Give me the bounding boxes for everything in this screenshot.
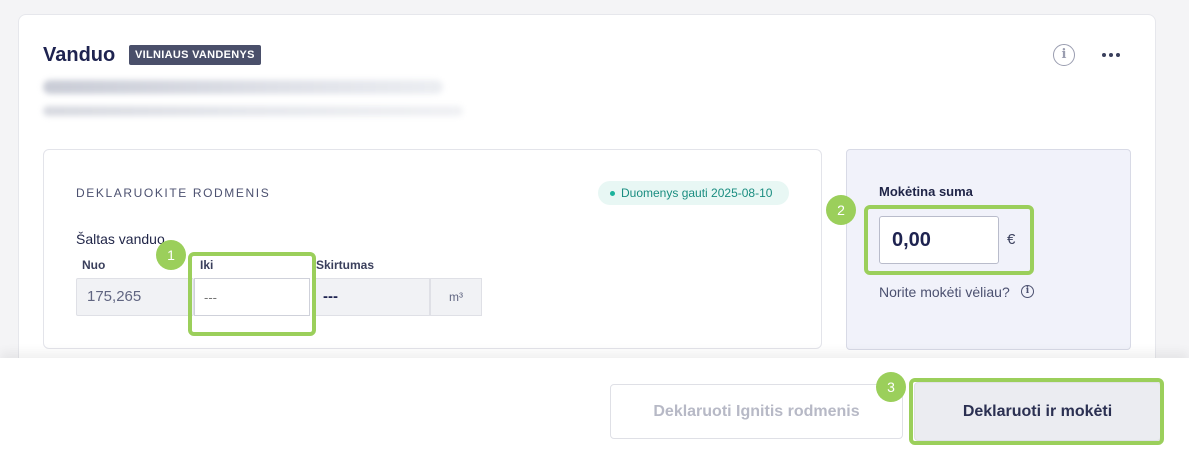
amount-input[interactable] <box>879 216 999 264</box>
declare-ignitis-button[interactable]: Deklaruoti Ignitis rodmenis <box>610 384 903 439</box>
dot <box>1116 53 1120 57</box>
to-reading-input[interactable] <box>194 278 310 316</box>
provider-badge: VILNIAUS VANDENYS <box>129 45 261 65</box>
declare-and-pay-button[interactable]: Deklaruoti ir mokėti <box>914 382 1161 441</box>
meter-name: Šaltas vanduo <box>76 231 165 247</box>
from-label: Nuo <box>82 258 106 272</box>
difference-label: Skirtumas <box>316 258 375 272</box>
more-options-icon[interactable] <box>1100 44 1122 66</box>
from-reading: 175,265 <box>76 278 194 316</box>
to-label: Iki <box>200 258 214 272</box>
dot <box>1109 53 1113 57</box>
info-icon[interactable]: i <box>1053 44 1075 66</box>
pay-later-link[interactable]: Norite mokėti vėliau? <box>879 284 1010 300</box>
unit-label: m³ <box>430 278 482 316</box>
pay-later-info-icon[interactable]: i <box>1021 285 1034 298</box>
dot <box>1102 53 1106 57</box>
declaration-heading: DEKLARUOKITE RODMENIS <box>76 186 271 200</box>
payment-title: Mokėtina suma <box>879 184 973 199</box>
step-badge-3: 3 <box>876 372 906 402</box>
card-title: Vanduo <box>43 44 116 66</box>
step-badge-1: 1 <box>156 240 186 270</box>
step-badge-2: 2 <box>826 195 856 225</box>
status-badge: Duomenys gauti 2025-08-10 <box>598 181 789 205</box>
difference-value: --- <box>313 278 430 316</box>
blurred-address <box>43 80 443 94</box>
currency-symbol: € <box>1007 231 1016 248</box>
blurred-subtitle <box>43 106 463 116</box>
